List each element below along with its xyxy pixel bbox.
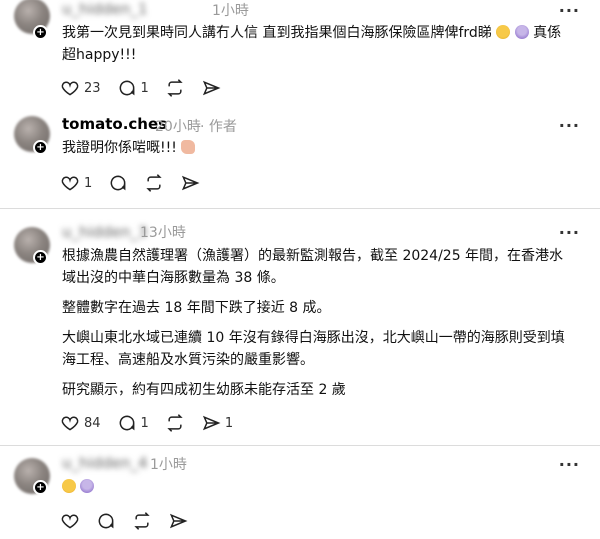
post-4: + u_hidden_4 1小時 ···	[0, 446, 600, 539]
comment-button[interactable]: 1	[117, 413, 149, 433]
repost-button[interactable]	[144, 173, 164, 193]
timestamp: 1小時	[212, 3, 249, 19]
grimacing-face-icon	[62, 479, 76, 493]
timestamp: 20小時	[155, 119, 201, 135]
action-bar: 23 1	[60, 77, 237, 99]
paragraph: 研究顯示，約有四成初生幼豚未能存活至 2 歲	[62, 382, 346, 398]
more-icon[interactable]: ···	[559, 1, 580, 20]
screaming-face-icon	[80, 479, 95, 493]
comment-icon	[119, 80, 134, 96]
heart-icon	[61, 81, 79, 96]
paragraph: 域出沒的中華白海豚數量為 38 條。	[62, 270, 285, 286]
flexed-arm-icon	[181, 140, 196, 154]
post-text-tail: 真係	[533, 25, 562, 41]
comment-button[interactable]	[96, 511, 116, 531]
comment-button[interactable]: 1	[117, 78, 149, 98]
share-button[interactable]	[180, 173, 200, 193]
more-icon[interactable]: ···	[559, 116, 580, 135]
heart-icon	[61, 514, 79, 529]
post-text	[62, 476, 592, 498]
follow-plus-icon[interactable]: +	[33, 140, 48, 155]
follow-plus-icon[interactable]: +	[33, 250, 48, 265]
paragraph: 海工程、高速船及水質污染的嚴重影響。	[62, 352, 314, 368]
repost-icon	[167, 414, 183, 432]
send-icon	[202, 415, 221, 431]
timestamp: 1小時	[150, 457, 187, 473]
post-3: + u_hidden_3 13小時 ··· 根據漁農自然護理署（漁護署）的最新監…	[0, 209, 600, 445]
post-text-line: 超happy!!!	[62, 47, 137, 63]
like-button[interactable]: 1	[60, 173, 92, 193]
like-count: 84	[84, 415, 101, 431]
comment-icon	[119, 415, 134, 431]
share-count: 1	[224, 415, 234, 431]
username[interactable]: u_hidden_3	[62, 223, 148, 241]
paragraph: 整體數字在過去 18 年間下跌了接近 8 成。	[62, 300, 331, 316]
repost-icon	[167, 79, 183, 97]
like-count: 23	[84, 80, 101, 96]
crying-face-icon	[496, 25, 511, 39]
heart-icon	[61, 176, 79, 191]
paragraph: 大嶼山東北水域已連續 10 年沒有錄得白海豚出沒，北大嶼山一帶的海豚則受到填	[62, 330, 565, 346]
more-icon[interactable]: ···	[559, 455, 580, 474]
repost-button[interactable]	[132, 511, 152, 531]
heart-icon	[61, 416, 79, 431]
repost-icon	[134, 512, 150, 530]
action-bar	[60, 510, 204, 532]
comment-count: 1	[140, 80, 149, 96]
like-button[interactable]: 84	[60, 413, 101, 433]
send-icon	[202, 80, 221, 96]
post-text: 我證明你係啱嘅!!!	[62, 137, 592, 159]
screaming-face-icon	[514, 25, 529, 39]
action-bar: 84 1 1	[60, 412, 249, 434]
repost-button[interactable]	[165, 78, 185, 98]
post-text-line: 我第一次見到果時同人講冇人信 直到我指果個白海豚保險區牌俾frd睇	[62, 25, 492, 41]
more-icon[interactable]: ···	[559, 223, 580, 242]
share-button[interactable]	[201, 78, 221, 98]
paragraph: 根據漁農自然護理署（漁護署）的最新監測報告，截至 2024/25 年間，在香港水	[62, 248, 564, 264]
share-button[interactable]: 1	[201, 413, 233, 433]
like-button[interactable]	[60, 511, 80, 531]
send-icon	[169, 513, 188, 529]
username[interactable]: u_hidden_1	[62, 0, 148, 18]
author-tag: · 作者	[200, 119, 237, 135]
follow-plus-icon[interactable]: +	[33, 480, 48, 495]
comment-icon	[110, 175, 126, 191]
repost-button[interactable]	[165, 413, 185, 433]
comment-button[interactable]	[108, 173, 128, 193]
post-text-line: 我證明你係啱嘅!!!	[62, 140, 177, 156]
repost-icon	[146, 174, 162, 192]
post-text: 根據漁農自然護理署（漁護署）的最新監測報告，截至 2024/25 年間，在香港水…	[62, 245, 592, 401]
action-bar: 1	[60, 172, 216, 194]
follow-plus-icon[interactable]: +	[33, 25, 48, 40]
timestamp: 13小時	[140, 225, 186, 241]
send-icon	[182, 175, 200, 191]
username[interactable]: tomato.ches	[62, 115, 167, 133]
comment-count: 1	[140, 415, 149, 431]
share-button[interactable]	[168, 511, 188, 531]
post-text: 我第一次見到果時同人講冇人信 直到我指果個白海豚保險區牌俾frd睇 真係 超ha…	[62, 22, 592, 66]
like-count: 1	[84, 175, 93, 191]
post-2: + tomato.ches 20小時 · 作者 ··· 我證明你係啱嘅!!! 1	[0, 110, 600, 200]
like-button[interactable]: 23	[60, 78, 101, 98]
post-1: + u_hidden_1 1小時 ··· 我第一次見到果時同人講冇人信 直到我指…	[0, 0, 600, 110]
username[interactable]: u_hidden_4	[62, 454, 148, 472]
comment-icon	[98, 513, 114, 529]
